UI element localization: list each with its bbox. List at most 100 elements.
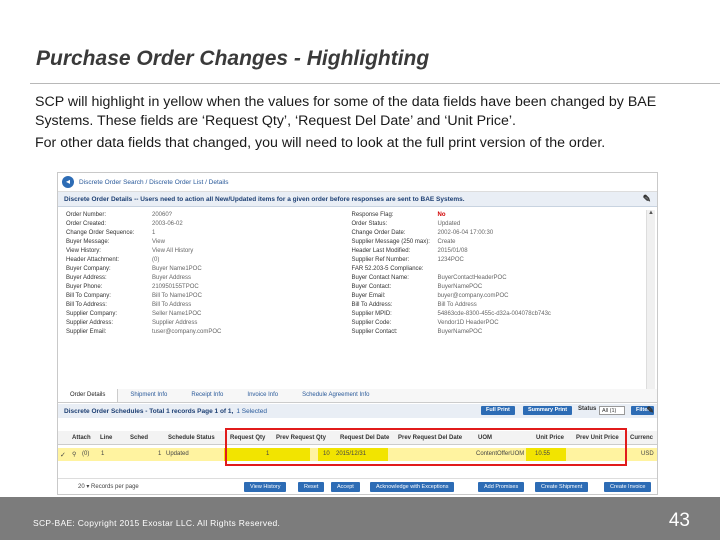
records-per-page[interactable]: 20 ▾ Records per page bbox=[78, 483, 139, 490]
paperclip-icon[interactable]: ⚲ bbox=[72, 451, 76, 458]
detail-field-label: Header Attachment: bbox=[66, 257, 120, 263]
tab-shipment-info[interactable]: Shipment Info bbox=[118, 389, 179, 402]
detail-field-value: Bill To Address bbox=[437, 302, 477, 308]
detail-field-label: Supplier Address: bbox=[66, 320, 114, 326]
body-paragraph-highlight: SCP will highlight in yellow when the va… bbox=[35, 94, 657, 129]
breadcrumb-text[interactable]: Discrete Order Search / Discrete Order L… bbox=[79, 179, 229, 186]
detail-field-label: Order Number: bbox=[66, 212, 107, 218]
detail-field: Buyer Phone: 210950155TPOC bbox=[66, 283, 352, 292]
column-header[interactable]: Attach bbox=[72, 435, 91, 441]
detail-field-label: Buyer Company: bbox=[66, 266, 111, 272]
add-promises-button[interactable]: Add Promises bbox=[478, 482, 525, 492]
cell-line: 1 bbox=[101, 451, 105, 457]
detail-field-label: Supplier Contact: bbox=[351, 329, 398, 335]
records-per-page-value[interactable]: 20 bbox=[78, 484, 85, 490]
column-header[interactable]: Sched bbox=[130, 435, 148, 441]
details-scrollbar[interactable]: ▲ bbox=[646, 210, 655, 395]
full-print-button[interactable]: Full Print bbox=[481, 406, 515, 415]
detail-field: Header Last Modified: 2015/01/08 bbox=[352, 247, 638, 256]
detail-field-value: BuyerNamePOC bbox=[437, 284, 483, 290]
detail-field-label: Bill To Company: bbox=[66, 293, 111, 299]
reset-button[interactable]: Reset bbox=[298, 482, 325, 492]
detail-field-label: Supplier Code: bbox=[351, 320, 392, 326]
detail-field-value: 20060? bbox=[152, 212, 173, 218]
body-paragraph-full-print: For other data fields that changed, you … bbox=[35, 135, 606, 151]
status-select[interactable]: All (1) bbox=[599, 406, 625, 415]
detail-field-label: Bill To Address: bbox=[351, 302, 393, 308]
back-arrow-icon[interactable]: ◂ bbox=[62, 176, 74, 188]
detail-field-value: 2003-06-02 bbox=[152, 221, 183, 227]
status-label: Status bbox=[578, 406, 597, 412]
detail-field: Supplier Ref Number: 1234POC bbox=[352, 256, 638, 265]
detail-field-value: Buyer Address bbox=[152, 275, 192, 281]
detail-field: Order Number: 20060? bbox=[66, 211, 352, 220]
detail-field-label: Order Created: bbox=[66, 221, 107, 227]
detail-field: Supplier Company: Seller Name1POC bbox=[66, 310, 352, 319]
detail-field-label: Change Order Date: bbox=[351, 230, 406, 236]
detail-field-label: Bill To Address: bbox=[66, 302, 107, 308]
detail-field-label: Supplier Company: bbox=[66, 311, 118, 317]
detail-field-value: Vendor1D HeaderPOC bbox=[437, 320, 499, 326]
detail-field: Supplier MPID: 54863cde-8300-455c-d32a-00… bbox=[352, 310, 638, 319]
detail-field-label: Supplier Email: bbox=[66, 329, 107, 335]
schedule-edit-icon[interactable]: ✎ bbox=[646, 405, 654, 416]
row-checkbox-icon[interactable]: ✓ bbox=[60, 451, 66, 459]
slide-title: Purchase Order Changes - Highlighting bbox=[36, 47, 430, 70]
detail-field-label: Buyer Contact: bbox=[351, 284, 392, 290]
detail-field-value: tuser@company.comPOC bbox=[152, 329, 222, 335]
column-header[interactable]: Schedule Status bbox=[168, 435, 215, 441]
cell-attach: (0) bbox=[82, 451, 90, 457]
details-right-column: Response Flag: No Order Status: Updated Chan… bbox=[352, 211, 638, 405]
slide-footer: SCP-BAE: Copyright 2015 Exostar LLC. All… bbox=[0, 497, 720, 540]
detail-field: Supplier Address: Supplier Address bbox=[66, 319, 352, 328]
detail-field-label: Buyer Message: bbox=[66, 239, 110, 245]
detail-field-label: Buyer Email: bbox=[351, 293, 386, 299]
detail-field-value: 210950155TPOC bbox=[152, 284, 199, 290]
edit-icon[interactable]: ✎ bbox=[643, 194, 651, 205]
detail-field-value: BuyerContactHeaderPOC bbox=[437, 275, 507, 281]
create-invoice-button[interactable]: Create Invoice bbox=[604, 482, 652, 492]
detail-field: Buyer Contact: BuyerNamePOC bbox=[352, 283, 638, 292]
detail-field-value: Supplier Address bbox=[152, 320, 198, 326]
detail-field: Bill To Address: Bill To Address bbox=[66, 301, 352, 310]
accept-button[interactable]: Accept bbox=[331, 482, 360, 492]
tab-order-details[interactable]: Order Details bbox=[58, 389, 119, 402]
detail-field-label: Change Order Sequence: bbox=[66, 230, 135, 236]
tab-schedule-agreement-info[interactable]: Schedule Agreement Info bbox=[290, 389, 381, 402]
detail-field: Buyer Contact Name: BuyerContactHeaderPOC bbox=[352, 274, 638, 283]
page-number: 43 bbox=[668, 510, 690, 531]
column-header[interactable]: Currenc bbox=[630, 435, 653, 441]
detail-field: Bill To Address: Bill To Address bbox=[352, 301, 638, 310]
tab-invoice-info[interactable]: Invoice Info bbox=[235, 389, 290, 402]
scroll-up-icon[interactable]: ▲ bbox=[647, 210, 655, 216]
detail-field-label: View History: bbox=[66, 248, 101, 254]
detail-field: Order Status: Updated bbox=[352, 220, 638, 229]
view-history-button[interactable]: View History bbox=[244, 482, 287, 492]
detail-field-label: Supplier Ref Number: bbox=[351, 257, 410, 263]
breadcrumb: ◂ Discrete Order Search / Discrete Order… bbox=[58, 173, 657, 192]
changed-fields-callout-box bbox=[225, 428, 627, 466]
detail-field: Change Order Sequence: 1 bbox=[66, 229, 352, 238]
detail-field-value: No bbox=[437, 212, 446, 218]
detail-field-label: Order Status: bbox=[351, 221, 388, 227]
detail-field: Supplier Contact: BuyerNamePOC bbox=[352, 328, 638, 337]
detail-field-value: 1234POC bbox=[437, 257, 464, 263]
column-header[interactable]: Line bbox=[100, 435, 112, 441]
detail-field-label: Buyer Address: bbox=[66, 275, 107, 281]
detail-field-label: FAR 52.203-5 Compliance: bbox=[351, 266, 424, 272]
detail-field-value: Bill To Name1POC bbox=[152, 293, 202, 299]
cell-currency: USD bbox=[641, 451, 654, 457]
schedules-header: Discrete Order Schedules - Total 1 recor… bbox=[58, 404, 657, 418]
details-section-header: Discrete Order Details -- Users need to … bbox=[58, 192, 657, 207]
create-shipment-button[interactable]: Create Shipment bbox=[535, 482, 589, 492]
cell-status: Updated bbox=[166, 451, 189, 457]
summary-print-button[interactable]: Summary Print bbox=[523, 406, 573, 415]
detail-field-value: Create bbox=[437, 239, 456, 245]
detail-field-label: Supplier Message (250 max): bbox=[351, 239, 430, 245]
acknowledge-with-exceptions-button[interactable]: Acknowledge with Exceptions bbox=[370, 482, 455, 492]
cell-sched: 1 bbox=[158, 451, 162, 457]
detail-field: Supplier Email: tuser@company.comPOC bbox=[66, 328, 352, 337]
detail-field: Bill To Company: Bill To Name1POC bbox=[66, 292, 352, 301]
tab-receipt-info[interactable]: Receipt Info bbox=[179, 389, 235, 402]
detail-field-label: Buyer Phone: bbox=[66, 284, 103, 290]
